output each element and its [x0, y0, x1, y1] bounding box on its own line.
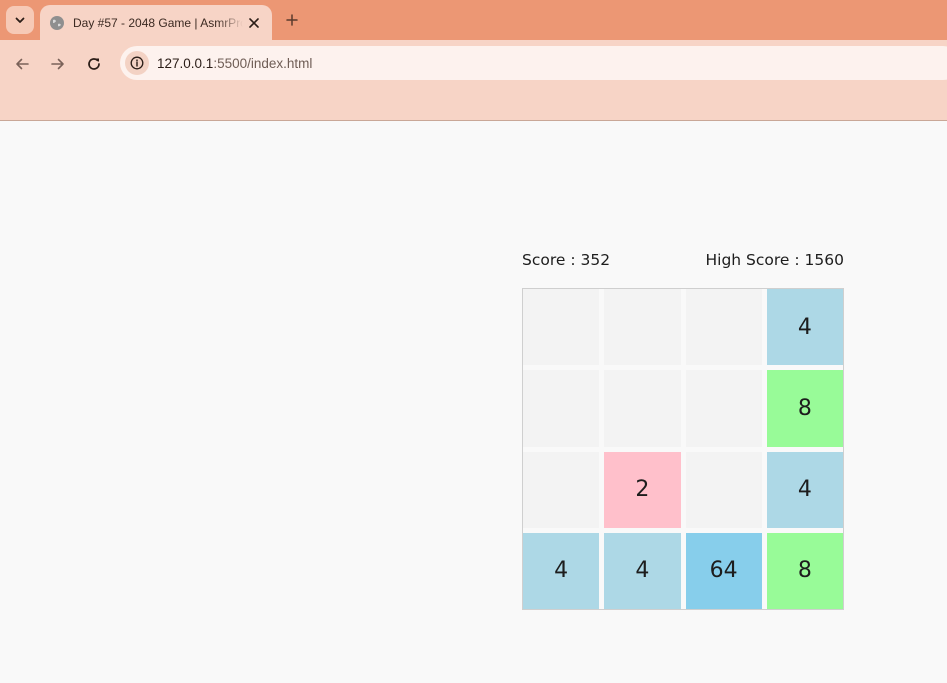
url-text: 127.0.0.1:5500/index.html	[157, 56, 312, 71]
active-tab[interactable]: Day #57 - 2048 Game | AsmrProg	[40, 5, 272, 40]
url-path: :5500/index.html	[213, 55, 313, 71]
high-score-label: High Score : 1560	[705, 251, 845, 269]
board-tile	[604, 289, 681, 366]
board-tile: 4	[523, 532, 600, 609]
arrow-right-icon	[51, 58, 64, 70]
arrow-left-icon	[16, 58, 29, 70]
score-bar: Score : 352 High Score : 1560	[522, 249, 844, 271]
close-icon	[249, 17, 259, 28]
board-tile	[523, 370, 600, 447]
address-bar[interactable]: 127.0.0.1:5500/index.html	[120, 46, 947, 80]
globe-icon	[50, 15, 64, 30]
board-tile	[523, 289, 600, 366]
back-button[interactable]	[8, 50, 36, 78]
board-tile	[685, 289, 762, 366]
forward-button[interactable]	[44, 50, 72, 78]
board-tile: 4	[604, 532, 681, 609]
tab-strip: Day #57 - 2048 Game | AsmrProg	[0, 0, 947, 40]
board-tile: 64	[685, 532, 762, 609]
new-tab-button[interactable]	[280, 8, 304, 32]
reload-button[interactable]	[80, 50, 108, 78]
url-host: 127.0.0.1	[157, 55, 214, 71]
tab-close-button[interactable]	[246, 15, 262, 31]
info-icon	[130, 56, 144, 70]
chevron-down-icon	[15, 17, 25, 23]
board-tile: 4	[766, 289, 843, 366]
page-content: Score : 352 High Score : 1560 4 8 2 4 4 4 64 8	[0, 121, 947, 683]
tab-title: Day #57 - 2048 Game | AsmrProg	[73, 15, 243, 30]
score-label: Score : 352	[522, 251, 611, 269]
board-tile: 4	[766, 451, 843, 528]
board-tile	[685, 451, 762, 528]
browser-toolbar: 127.0.0.1:5500/index.html	[0, 40, 947, 121]
board-tile	[604, 370, 681, 447]
board-tile	[523, 451, 600, 528]
reload-icon	[88, 58, 100, 70]
board-tile: 8	[766, 532, 843, 609]
board-tile: 2	[604, 451, 681, 528]
board-tile: 8	[766, 370, 843, 447]
plus-icon	[286, 14, 298, 26]
tab-search-button[interactable]	[6, 6, 34, 34]
site-info-button[interactable]	[125, 51, 149, 75]
board-tile	[685, 370, 762, 447]
game-board[interactable]: 4 8 2 4 4 4 64 8	[522, 288, 844, 610]
